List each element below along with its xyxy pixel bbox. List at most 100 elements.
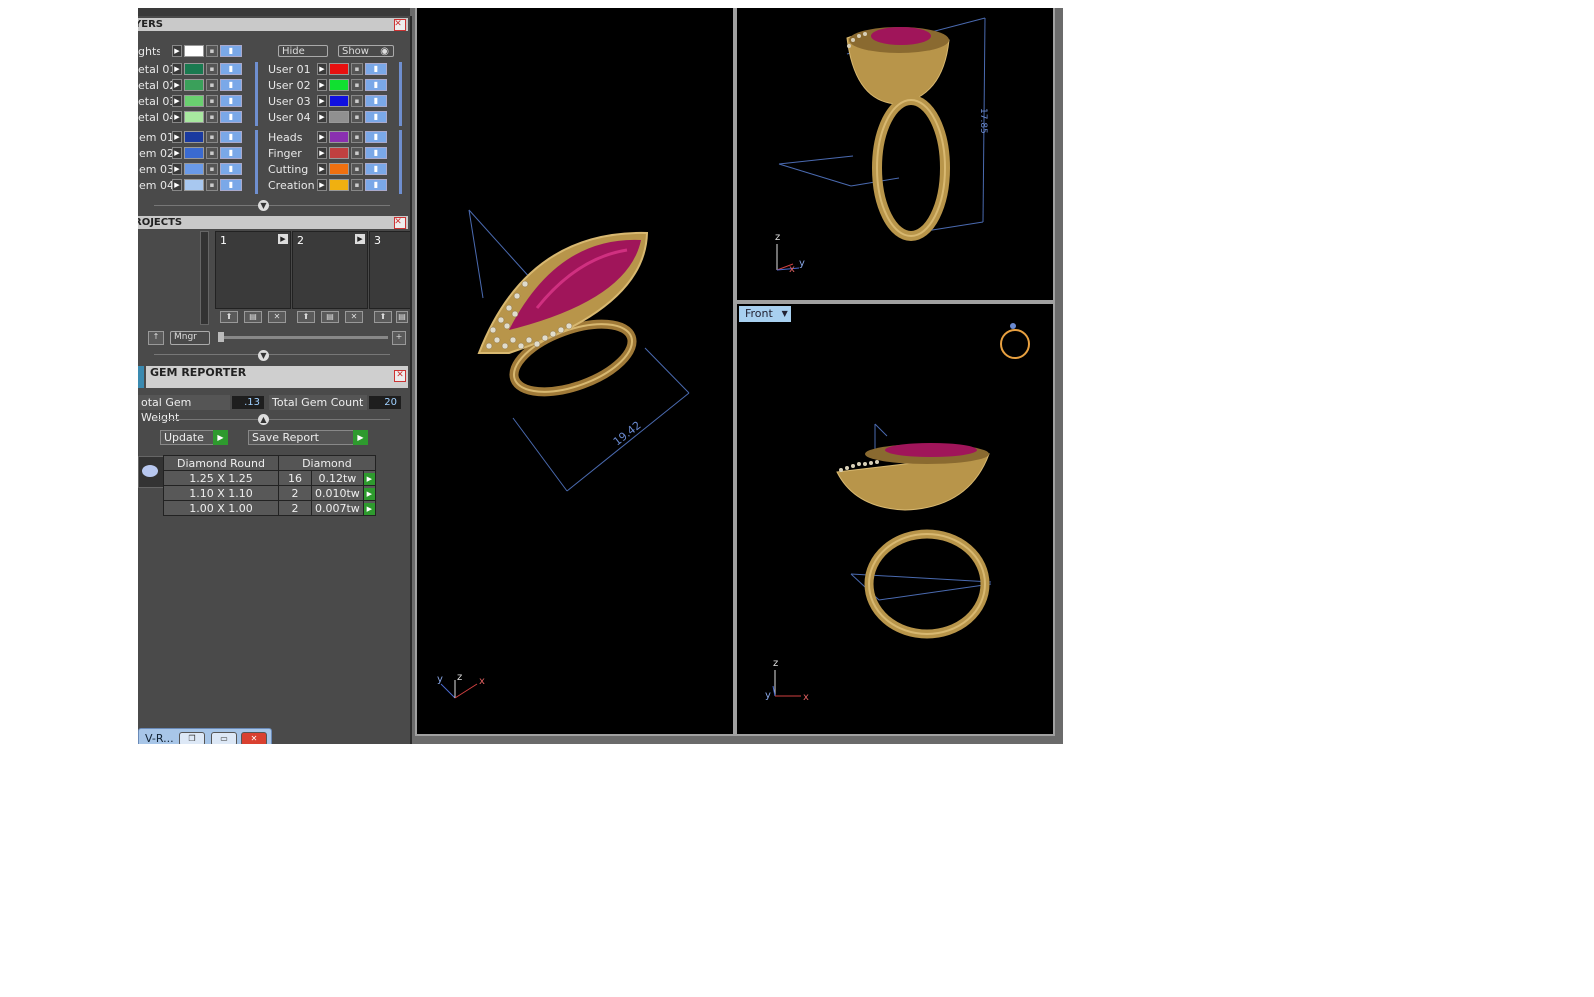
visibility-toggle[interactable]: ▮ <box>220 147 242 159</box>
lock-icon[interactable]: ▪ <box>351 95 363 107</box>
layer-row[interactable]: Heads ▶ ▪ ▮ <box>268 130 398 145</box>
color-swatch[interactable] <box>184 111 204 123</box>
expand-arrow-icon[interactable]: ▶ <box>317 147 327 159</box>
visibility-toggle[interactable]: ▮ <box>220 179 242 191</box>
project-slider-handle[interactable] <box>218 332 224 342</box>
expand-arrow-icon[interactable]: ▶ <box>172 163 182 175</box>
project-upload-icon[interactable]: ⬆ <box>297 311 315 323</box>
restore-icon[interactable]: ❐ <box>179 732 205 744</box>
project-slot-3[interactable]: 3 <box>369 231 410 309</box>
lock-icon[interactable]: ▪ <box>206 131 218 143</box>
play-icon[interactable]: ▶ <box>363 472 375 485</box>
layer-row[interactable]: em 01 ▶ ▪ ▮ <box>138 130 268 145</box>
visibility-toggle[interactable]: ▮ <box>220 131 242 143</box>
layer-row[interactable]: em 04 ▶ ▪ ▮ <box>138 178 268 193</box>
side-viewport[interactable]: 17.85 z x y <box>737 8 1053 300</box>
visibility-toggle[interactable]: ▮ <box>365 95 387 107</box>
lock-icon[interactable]: ▪ <box>351 131 363 143</box>
gem-row-action[interactable]: ▶ <box>362 500 376 516</box>
color-swatch[interactable] <box>184 131 204 143</box>
view-selector-dropdown[interactable]: Front ▼ <box>739 306 791 322</box>
layer-row[interactable]: em 02 ▶ ▪ ▮ <box>138 146 268 161</box>
lock-icon[interactable]: ▪ <box>351 63 363 75</box>
color-swatch[interactable] <box>184 63 204 75</box>
gem-row-action[interactable]: ▶ <box>362 485 376 501</box>
layer-row[interactable]: User 04 ▶ ▪ ▮ <box>268 110 398 125</box>
visibility-toggle[interactable]: ▮ <box>220 79 242 91</box>
expand-arrow-icon[interactable]: ▶ <box>172 179 182 191</box>
lock-icon[interactable]: ▪ <box>206 79 218 91</box>
expand-arrow-icon[interactable]: ▶ <box>317 79 327 91</box>
layer-row[interactable]: Creation ▶ ▪ ▮ <box>268 178 398 193</box>
layer-row[interactable]: em 03 ▶ ▪ ▮ <box>138 162 268 177</box>
lock-icon[interactable]: ▪ <box>351 179 363 191</box>
projects-scrollbar[interactable] <box>200 231 209 325</box>
expand-arrow-icon[interactable]: ▶ <box>172 111 182 123</box>
layer-row[interactable]: Finger ▶ ▪ ▮ <box>268 146 398 161</box>
layer-row[interactable]: Cutting ▶ ▪ ▮ <box>268 162 398 177</box>
play-icon[interactable]: ▶ <box>363 487 375 500</box>
lock-icon[interactable]: ▪ <box>206 63 218 75</box>
color-swatch[interactable] <box>184 147 204 159</box>
color-swatch[interactable] <box>329 79 349 91</box>
gem-reporter-close-icon[interactable]: ✕ <box>394 370 406 382</box>
expand-arrow-icon[interactable]: ▶ <box>172 131 182 143</box>
visibility-toggle[interactable]: ▮ <box>220 95 242 107</box>
project-save-icon[interactable]: ▤ <box>244 311 262 323</box>
visibility-toggle[interactable]: ▮ <box>365 111 387 123</box>
table-row[interactable]: 1.25 X 1.25 16 0.12tw ▶ <box>163 470 376 486</box>
color-swatch[interactable] <box>184 95 204 107</box>
projects-close-icon[interactable]: ✕ <box>394 217 406 229</box>
expand-arrow-icon[interactable]: ▶ <box>172 95 182 107</box>
visibility-toggle[interactable]: ▮ <box>220 45 242 57</box>
color-swatch[interactable] <box>329 147 349 159</box>
color-swatch[interactable] <box>329 131 349 143</box>
gem-row-action[interactable]: ▶ <box>362 470 376 486</box>
project-up-arrow-icon[interactable]: ↑ <box>148 331 164 345</box>
layer-row[interactable]: etal 03 ▶ ▪ ▮ <box>138 94 268 109</box>
visibility-toggle[interactable]: ▮ <box>365 131 387 143</box>
color-swatch[interactable] <box>184 45 204 57</box>
layer-row[interactable]: etal 04 ▶ ▪ ▮ <box>138 110 268 125</box>
show-button[interactable]: Show ◉ <box>338 45 394 57</box>
maximize-icon[interactable]: ▭ <box>211 732 237 744</box>
project-menu-arrow-icon[interactable]: ▶ <box>278 234 288 244</box>
minimized-window-tab[interactable]: V-R... ❐ ▭ ✕ <box>138 728 272 744</box>
manager-button[interactable]: Mngr <box>170 331 210 345</box>
project-slider[interactable] <box>218 336 388 339</box>
project-slot-1[interactable]: 1 ▶ <box>215 231 291 309</box>
expand-arrow-icon[interactable]: ▶ <box>317 131 327 143</box>
close-window-icon[interactable]: ✕ <box>241 732 267 744</box>
lock-icon[interactable]: ▪ <box>206 95 218 107</box>
color-swatch[interactable] <box>184 79 204 91</box>
color-swatch[interactable] <box>329 63 349 75</box>
project-add-icon[interactable]: + <box>392 331 406 345</box>
project-menu-arrow-icon[interactable]: ▶ <box>355 234 365 244</box>
visibility-toggle[interactable]: ▮ <box>220 111 242 123</box>
layer-row[interactable]: User 02 ▶ ▪ ▮ <box>268 78 398 93</box>
lock-icon[interactable]: ▪ <box>206 45 218 57</box>
lock-icon[interactable]: ▪ <box>206 147 218 159</box>
color-swatch[interactable] <box>184 179 204 191</box>
update-button[interactable]: Update ▶ <box>160 430 228 445</box>
collapse-gem-totals-icon[interactable]: ▲ <box>258 414 269 425</box>
save-report-button[interactable]: Save Report ▶ <box>248 430 368 445</box>
layer-row[interactable]: User 03 ▶ ▪ ▮ <box>268 94 398 109</box>
lock-icon[interactable]: ▪ <box>206 163 218 175</box>
visibility-toggle[interactable]: ▮ <box>365 79 387 91</box>
color-swatch[interactable] <box>329 163 349 175</box>
project-upload-icon[interactable]: ⬆ <box>374 311 392 323</box>
visibility-toggle[interactable]: ▮ <box>220 163 242 175</box>
expand-arrow-icon[interactable]: ▶ <box>172 79 182 91</box>
lock-icon[interactable]: ▪ <box>206 179 218 191</box>
collapse-layers-icon[interactable]: ▼ <box>258 200 269 211</box>
color-swatch[interactable] <box>329 179 349 191</box>
expand-arrow-icon[interactable]: ▶ <box>317 95 327 107</box>
expand-arrow-icon[interactable]: ▶ <box>317 163 327 175</box>
expand-arrow-icon[interactable]: ▶ <box>172 147 182 159</box>
collapse-projects-icon[interactable]: ▼ <box>258 350 269 361</box>
visibility-toggle[interactable]: ▮ <box>365 63 387 75</box>
color-swatch[interactable] <box>184 163 204 175</box>
project-save-icon[interactable]: ▤ <box>396 311 408 323</box>
expand-arrow-icon[interactable]: ▶ <box>317 111 327 123</box>
